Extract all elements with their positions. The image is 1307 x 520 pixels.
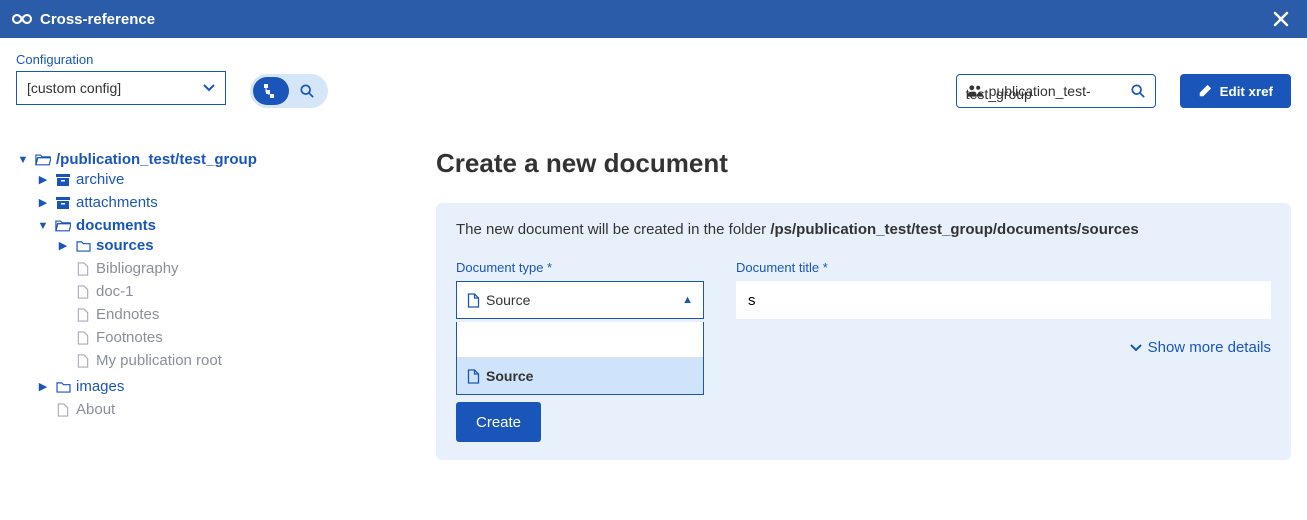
tree-label: documents <box>76 217 156 234</box>
file-icon <box>54 403 72 417</box>
folder-open-icon <box>34 153 52 166</box>
document-type-col: Document type * Source ▲ Source <box>456 260 704 319</box>
file-icon <box>74 354 92 368</box>
collapse-icon[interactable]: ▼ <box>36 220 50 232</box>
tree-label: Endnotes <box>96 306 159 323</box>
folder-icon <box>74 240 92 252</box>
expand-icon[interactable]: ▶ <box>36 196 50 209</box>
folder-open-icon <box>54 219 72 232</box>
tree-view-toggle[interactable] <box>253 77 289 105</box>
form-row: Document type * Source ▲ Source <box>456 260 1271 319</box>
dropdown-option-label: Source <box>486 368 533 384</box>
file-icon <box>74 308 92 322</box>
archive-icon <box>54 174 72 186</box>
caret-down-icon <box>203 84 215 92</box>
form-card: The new document will be created in the … <box>436 203 1291 460</box>
document-title-col: Document title * <box>736 260 1271 319</box>
right-panel: Create a new document The new document w… <box>436 148 1291 460</box>
tree-label: Footnotes <box>96 329 163 346</box>
tree-label: My publication root <box>96 352 222 369</box>
main: ▼ /publication_test/test_group ▶ archive… <box>0 118 1307 476</box>
tree-item-attachments[interactable]: ▶ attachments <box>36 194 416 211</box>
config-value: [custom config] <box>27 80 121 96</box>
group-overflow-text: test_group <box>966 86 1032 102</box>
document-type-dropdown: Source <box>456 322 704 395</box>
dropdown-search[interactable] <box>457 322 703 358</box>
tree-label: attachments <box>76 194 158 211</box>
tree-item-doc[interactable]: Endnotes <box>56 306 416 323</box>
file-icon <box>74 285 92 299</box>
tree-root-label: /publication_test/test_group <box>56 151 257 168</box>
document-title-label: Document title * <box>736 260 1271 275</box>
tree-label: archive <box>76 171 124 188</box>
edit-xref-button[interactable]: Edit xref <box>1180 74 1291 108</box>
tree-item-doc[interactable]: Bibliography <box>56 260 416 277</box>
tree-item-about[interactable]: About <box>36 401 416 418</box>
tree-item-images[interactable]: ▶ images <box>36 378 416 395</box>
pencil-icon <box>1198 84 1212 98</box>
config-block: Configuration [custom config] <box>16 52 226 105</box>
tree-label: About <box>76 401 115 418</box>
expand-icon[interactable]: ▶ <box>36 380 50 393</box>
chevron-down-icon <box>1130 344 1142 352</box>
titlebar: Cross-reference <box>0 0 1307 38</box>
expand-icon[interactable]: ▶ <box>56 239 70 252</box>
tree-item-doc[interactable]: Footnotes <box>56 329 416 346</box>
file-icon <box>74 262 92 276</box>
document-type-value: Source <box>486 292 530 308</box>
group-field-wrap: publication_test- test_group <box>956 52 1156 108</box>
infinity-icon <box>12 12 32 26</box>
tree-item-archive[interactable]: ▶ archive <box>36 171 416 188</box>
tree-label: Bibliography <box>96 260 179 277</box>
config-select[interactable]: [custom config] <box>16 71 226 105</box>
expand-icon[interactable]: ▶ <box>36 173 50 186</box>
archive-icon <box>54 197 72 209</box>
edit-xref-label: Edit xref <box>1220 84 1273 99</box>
search-view-toggle[interactable] <box>289 77 325 105</box>
toolbar: Configuration [custom config] publicatio… <box>0 38 1307 118</box>
folder-tree: ▼ /publication_test/test_group ▶ archive… <box>16 148 416 424</box>
panel-heading: Create a new document <box>436 148 1291 179</box>
document-title-input[interactable] <box>736 281 1271 319</box>
tree-label: sources <box>96 237 154 254</box>
file-icon <box>467 293 480 308</box>
document-type-label: Document type * <box>456 260 704 275</box>
tree-item-sources[interactable]: ▶ sources <box>56 237 416 254</box>
titlebar-title: Cross-reference <box>40 11 1267 28</box>
show-more-label: Show more details <box>1148 339 1271 356</box>
dropdown-option-source[interactable]: Source <box>457 358 703 394</box>
tree-root[interactable]: ▼ /publication_test/test_group <box>16 151 416 168</box>
tree-item-documents[interactable]: ▼ documents <box>36 217 416 234</box>
create-button[interactable]: Create <box>456 402 541 442</box>
file-icon <box>74 331 92 345</box>
tree-item-doc[interactable]: doc-1 <box>56 283 416 300</box>
caret-up-icon: ▲ <box>682 294 693 306</box>
document-type-select[interactable]: Source ▲ <box>456 281 704 319</box>
tree-label: doc-1 <box>96 283 134 300</box>
search-icon[interactable] <box>1131 84 1145 98</box>
tree-item-doc[interactable]: My publication root <box>56 352 416 369</box>
close-icon[interactable] <box>1267 11 1295 27</box>
collapse-icon[interactable]: ▼ <box>16 154 30 166</box>
intro-prefix: The new document will be created in the … <box>456 221 770 238</box>
folder-icon <box>54 381 72 393</box>
intro-path: /ps/publication_test/test_group/document… <box>770 221 1138 238</box>
form-intro: The new document will be created in the … <box>456 221 1271 238</box>
view-toggle <box>250 74 328 108</box>
tree-label: images <box>76 378 124 395</box>
file-icon <box>467 369 480 384</box>
config-label: Configuration <box>16 52 226 67</box>
